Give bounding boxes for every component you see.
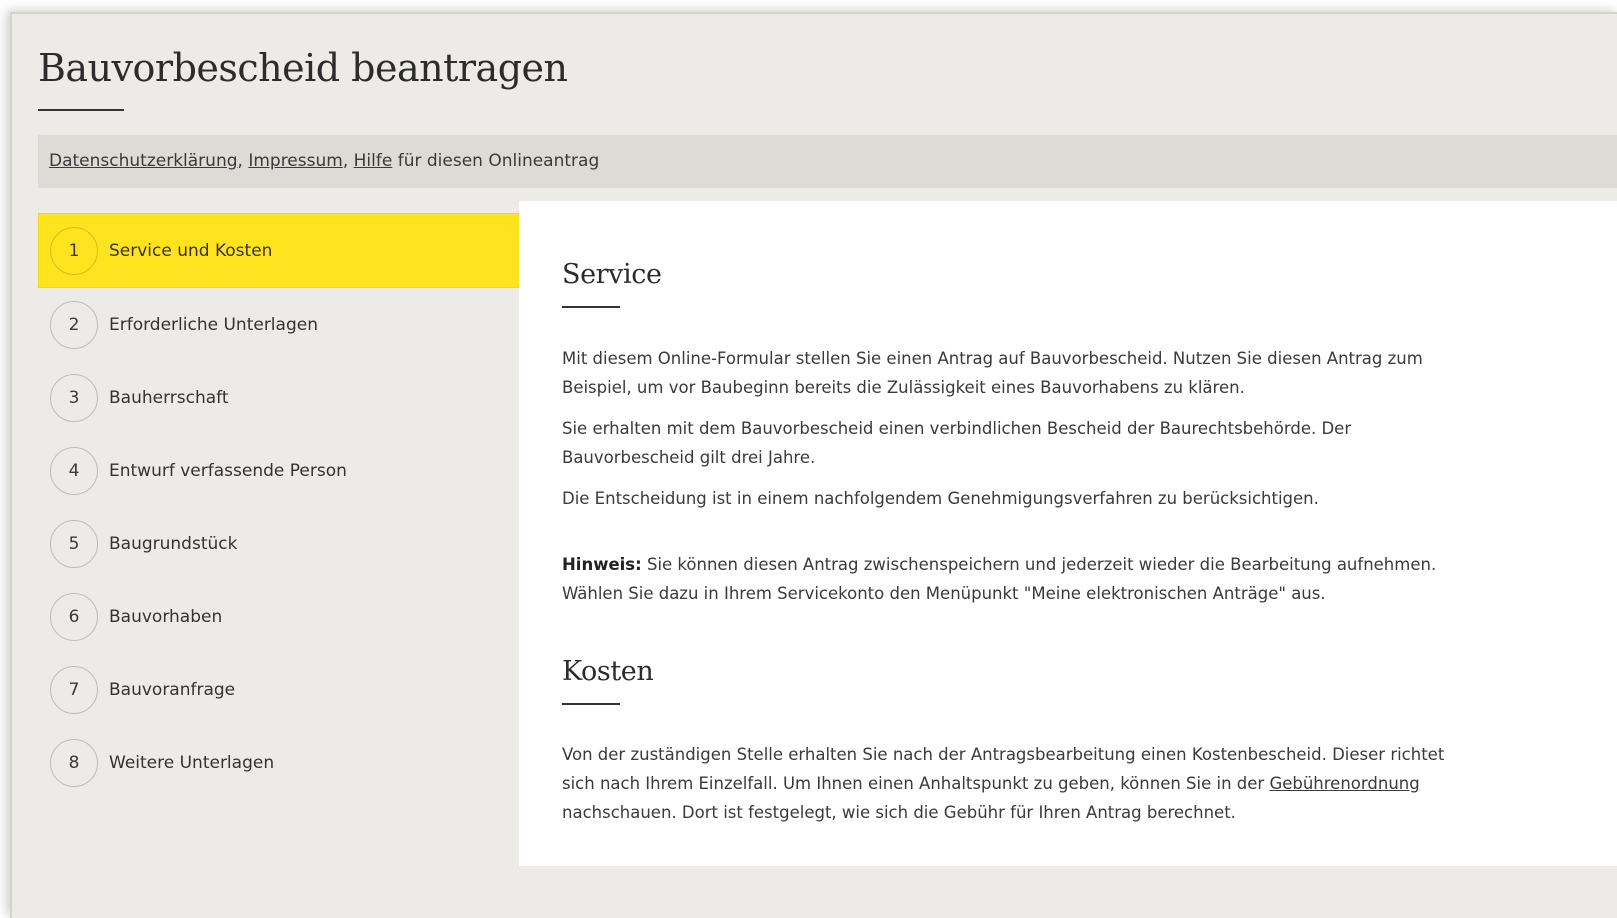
step-number: 4 [50,446,98,495]
hint-paragraph: Hinweis: Sie können diesen Antrag zwisch… [562,550,1452,608]
step-bauvoranfrage[interactable]: 7 Bauvoranfrage [38,652,518,727]
step-label: Entwurf verfassende Person [109,460,347,481]
form-container: 1 Service und Kosten 2 Erforderliche Unt… [38,201,1617,866]
step-navigation: 1 Service und Kosten 2 Erforderliche Unt… [38,213,536,866]
page-title: Bauvorbescheid beantragen [38,46,568,90]
step-bauherrschaft[interactable]: 3 Bauherrschaft [38,360,518,435]
info-separator: , [237,151,249,171]
app-frame: Bauvorbescheid beantragen Datenschutzerk… [10,12,1617,918]
info-bar-suffix: für diesen Onlineantrag [392,151,600,171]
imprint-link[interactable]: Impressum [248,151,343,171]
step-bauvorhaben[interactable]: 6 Bauvorhaben [38,579,518,654]
service-heading: Service [562,259,662,290]
kosten-text: nachschauen. Dort ist festgelegt, wie si… [562,803,1236,822]
title-underline [38,109,124,111]
step-weitere-unterlagen[interactable]: 8 Weitere Unterlagen [38,725,518,800]
step-service-und-kosten[interactable]: 1 Service und Kosten [38,213,536,288]
step-label: Bauvoranfrage [109,679,236,700]
step-number: 1 [50,226,98,275]
kosten-heading: Kosten [562,656,654,687]
step-content: Service Mit diesem Online-Formular stell… [519,201,1617,866]
step-label: Bauherrschaft [109,387,229,408]
step-baugrundstueck[interactable]: 5 Baugrundstück [38,506,518,581]
service-paragraph: Sie erhalten mit dem Bauvorbescheid eine… [562,419,1352,467]
fee-schedule-link[interactable]: Gebührenordnung [1269,774,1419,793]
hint-label: Hinweis: [562,555,642,574]
step-label: Erforderliche Unterlagen [109,314,318,335]
step-label: Bauvorhaben [109,606,223,627]
info-bar: Datenschutzerklärung, Impressum, Hilfe f… [38,135,1617,188]
help-link[interactable]: Hilfe [354,151,393,171]
step-label: Weitere Unterlagen [109,752,275,773]
step-number: 7 [50,665,98,714]
hint-text: Sie können diesen Antrag zwischenspeiche… [562,555,1437,603]
kosten-heading-underline [562,703,620,705]
step-number: 3 [50,373,98,422]
step-number: 2 [50,300,98,349]
privacy-link[interactable]: Datenschutzerklärung [49,151,238,171]
service-heading-underline [562,306,620,308]
step-label: Service und Kosten [109,240,273,261]
step-number: 8 [50,738,98,787]
step-number: 5 [50,519,98,568]
step-label: Baugrundstück [109,533,238,554]
step-entwurf-verfassende-person[interactable]: 4 Entwurf verfassende Person [38,433,518,508]
info-separator: , [342,151,354,171]
kosten-paragraph: Von der zuständigen Stelle erhalten Sie … [562,740,1452,827]
step-number: 6 [50,592,98,641]
step-erforderliche-unterlagen[interactable]: 2 Erforderliche Unterlagen [38,287,518,362]
service-paragraph: Die Entscheidung ist in einem nachfolgen… [562,489,1319,508]
service-paragraph: Mit diesem Online-Formular stellen Sie e… [562,349,1423,397]
